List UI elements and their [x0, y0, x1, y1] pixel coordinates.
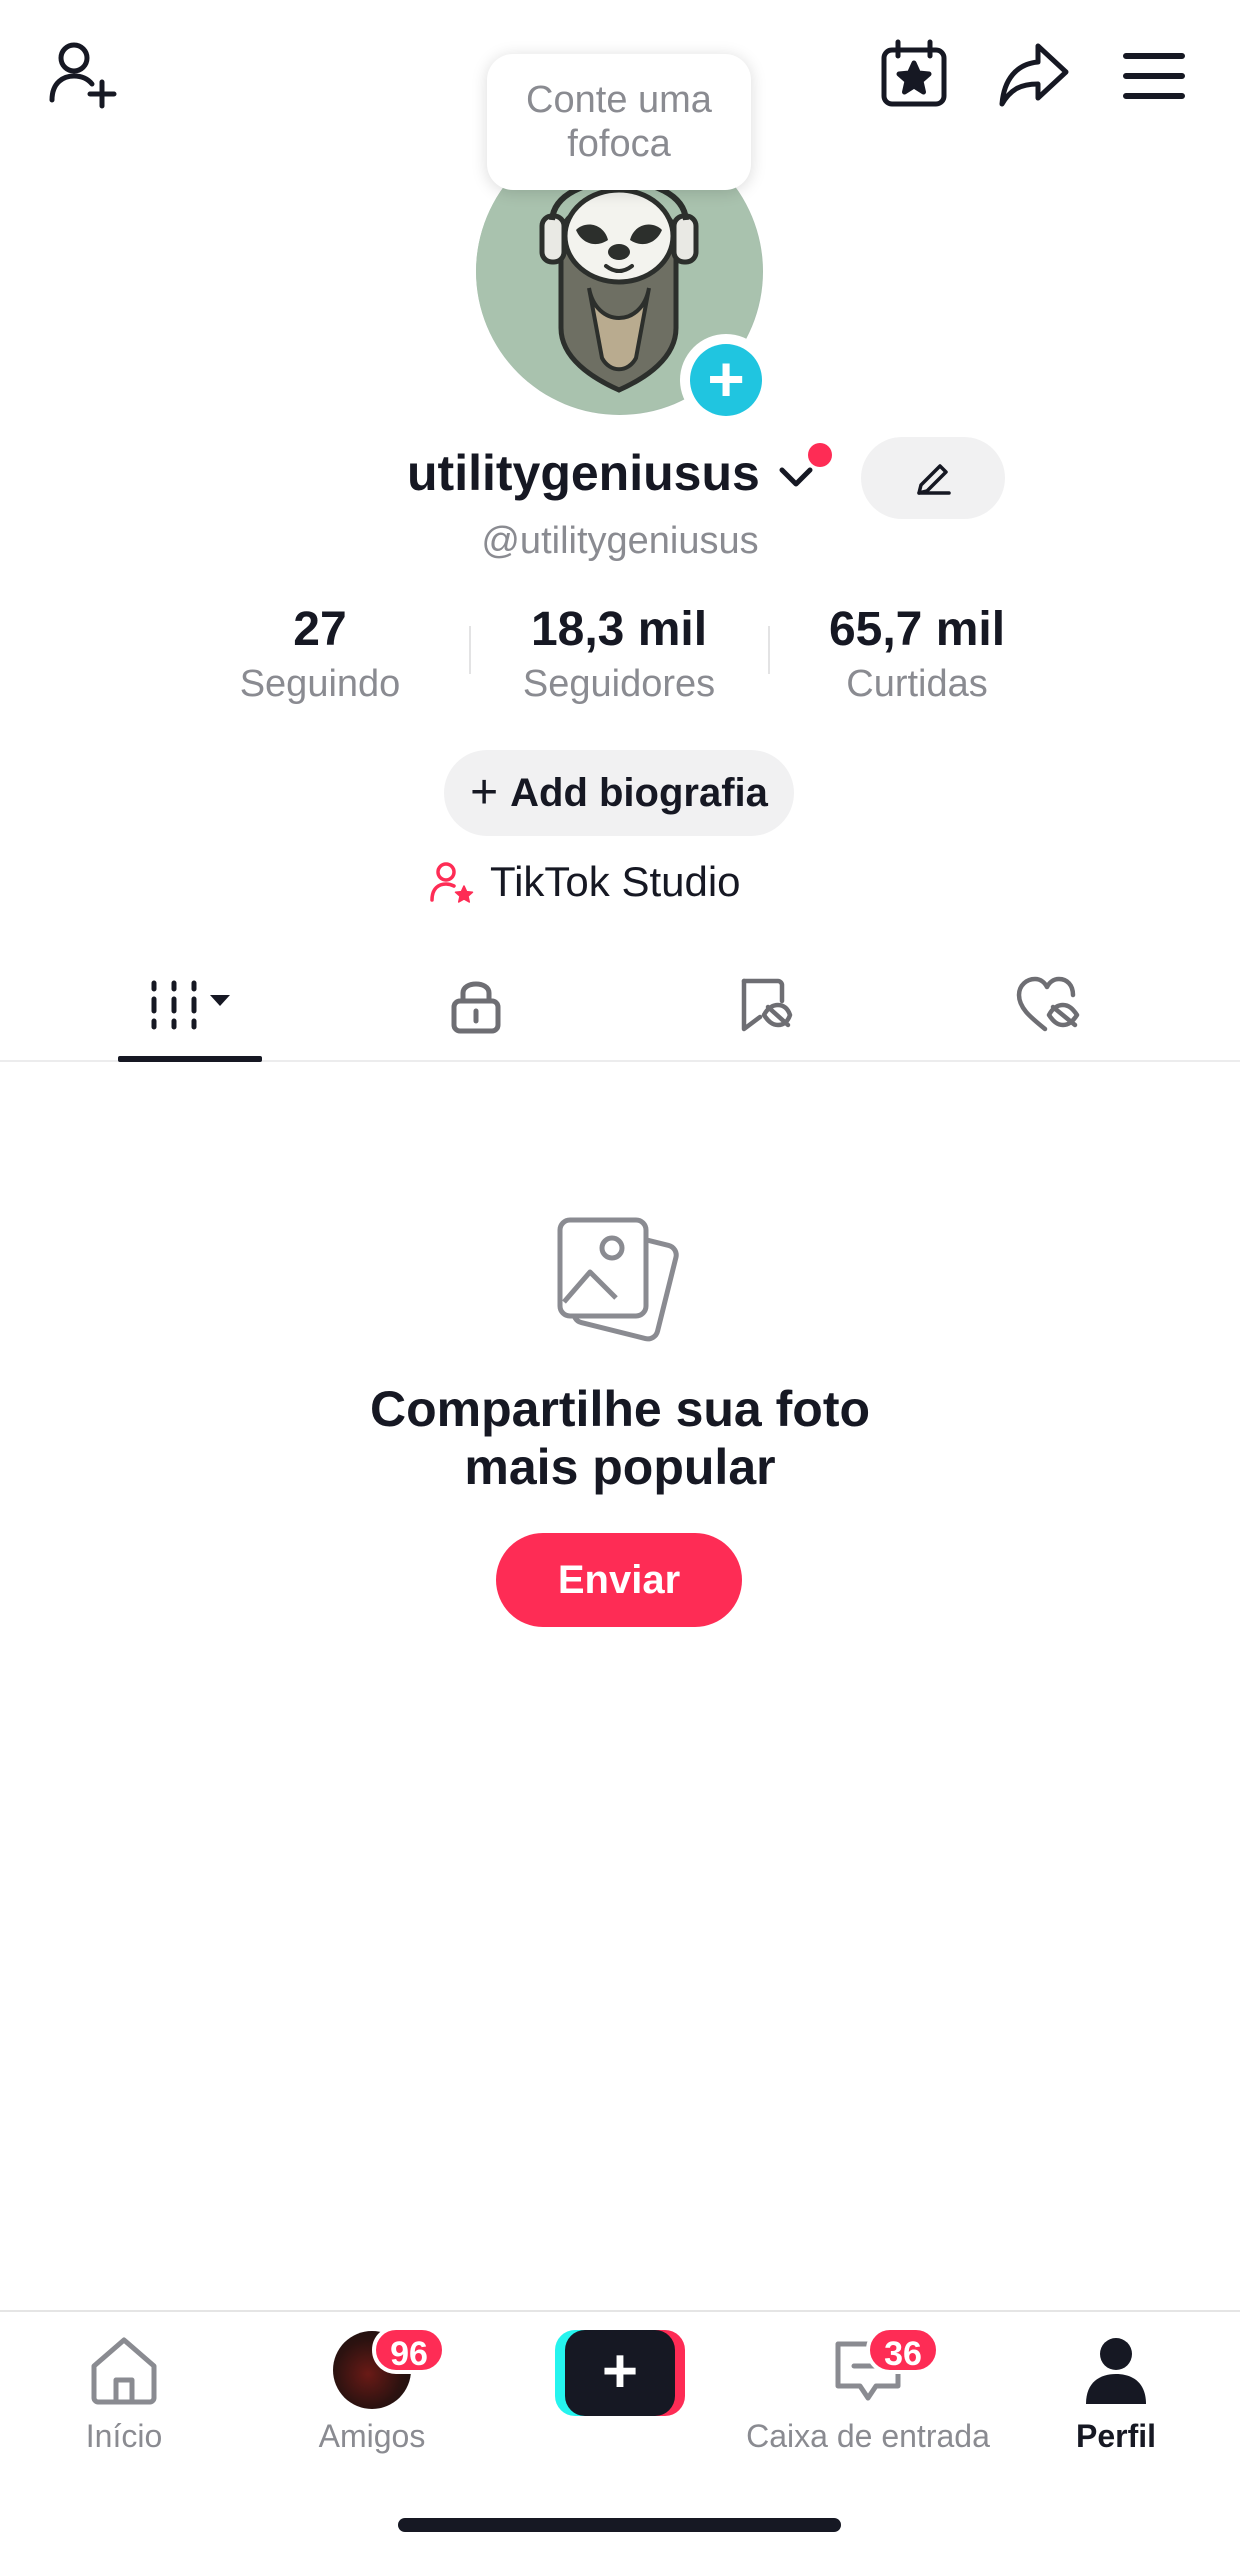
tooltip-text-line2: fofoca [567, 123, 671, 165]
nav-label: Amigos [318, 2418, 426, 2454]
stat-following[interactable]: 27 Seguindo [190, 600, 450, 708]
stat-likes[interactable]: 65,7 mil Curtidas [787, 600, 1047, 708]
nav-home[interactable]: Início [0, 2328, 248, 2455]
stat-label: Seguindo [239, 663, 401, 705]
tab-saved[interactable] [664, 950, 864, 1060]
menu-icon[interactable] [1114, 36, 1194, 116]
stat-divider [768, 626, 770, 674]
inbox-badge: 36 [866, 2326, 940, 2374]
tooltip-text-line1: Conte uma [526, 79, 712, 121]
content-tabs [0, 950, 1240, 1062]
nav-label: Início [85, 2418, 163, 2454]
friends-badge: 96 [372, 2326, 446, 2374]
stat-divider [469, 626, 471, 674]
tab-videos[interactable] [90, 950, 290, 1060]
add-avatar-button[interactable]: + [680, 334, 772, 426]
tab-private[interactable] [376, 950, 576, 1060]
edit-profile-button[interactable] [861, 437, 1005, 519]
bookmark-hidden-icon [741, 978, 793, 1032]
add-friend-icon[interactable] [42, 36, 122, 116]
username[interactable]: utilitygeniusus [407, 444, 760, 502]
nav-label: Caixa de entrada [746, 2418, 990, 2454]
username-row: utilitygeniusus [0, 440, 1240, 510]
stat-label: Seguidores [522, 663, 716, 705]
nav-label: Perfil [1075, 2418, 1157, 2454]
creator-star-icon [428, 858, 476, 906]
stat-value: 18,3 mil [530, 603, 708, 656]
stat-followers[interactable]: 18,3 mil Seguidores [489, 600, 749, 708]
pencil-icon [917, 464, 951, 495]
nav-profile[interactable]: Perfil [992, 2328, 1240, 2455]
share-icon[interactable] [994, 36, 1074, 116]
send-button[interactable]: Enviar [496, 1533, 742, 1627]
empty-state-title-line2: mais popular [464, 1439, 776, 1495]
nav-friends[interactable]: 96 Amigos [248, 2326, 496, 2455]
notification-dot [808, 443, 832, 467]
chevron-down-icon[interactable] [776, 458, 816, 498]
profile-stats: 27 Seguindo 18,3 mil Seguidores 65,7 mil… [0, 600, 1240, 710]
stat-value: 65,7 mil [828, 603, 1006, 656]
home-indicator[interactable] [398, 2518, 841, 2532]
tiktok-studio-link[interactable]: TikTok Studio [428, 852, 741, 912]
add-bio-button[interactable]: + Add biografia [444, 750, 794, 836]
create-button[interactable]: + [555, 2330, 685, 2416]
gossip-tooltip[interactable]: Conte uma fofoca [487, 54, 751, 190]
stat-label: Curtidas [846, 663, 988, 705]
tiktok-studio-label: TikTok Studio [490, 858, 741, 905]
plus-icon: + [565, 2330, 675, 2416]
stat-value: 27 [293, 603, 347, 656]
tab-liked[interactable] [950, 950, 1150, 1060]
photos-icon [552, 1214, 682, 1349]
home-icon [91, 2337, 157, 2405]
plus-icon: + [470, 766, 499, 819]
calendar-star-icon[interactable] [874, 36, 954, 116]
add-bio-label: Add biografia [510, 770, 768, 815]
empty-state-title: Compartilhe sua foto mais popular [0, 1380, 1240, 1496]
heart-hidden-icon [1016, 976, 1080, 1032]
profile-icon [1086, 2338, 1146, 2404]
grid-icon [151, 980, 230, 1030]
lock-icon [451, 981, 501, 1034]
active-tab-indicator [118, 1056, 262, 1062]
user-handle: @utilitygeniusus [481, 520, 759, 562]
empty-state-title-line1: Compartilhe sua foto [369, 1381, 871, 1437]
nav-inbox[interactable]: 36 Caixa de entrada [744, 2326, 992, 2455]
plus-icon: + [690, 344, 762, 416]
